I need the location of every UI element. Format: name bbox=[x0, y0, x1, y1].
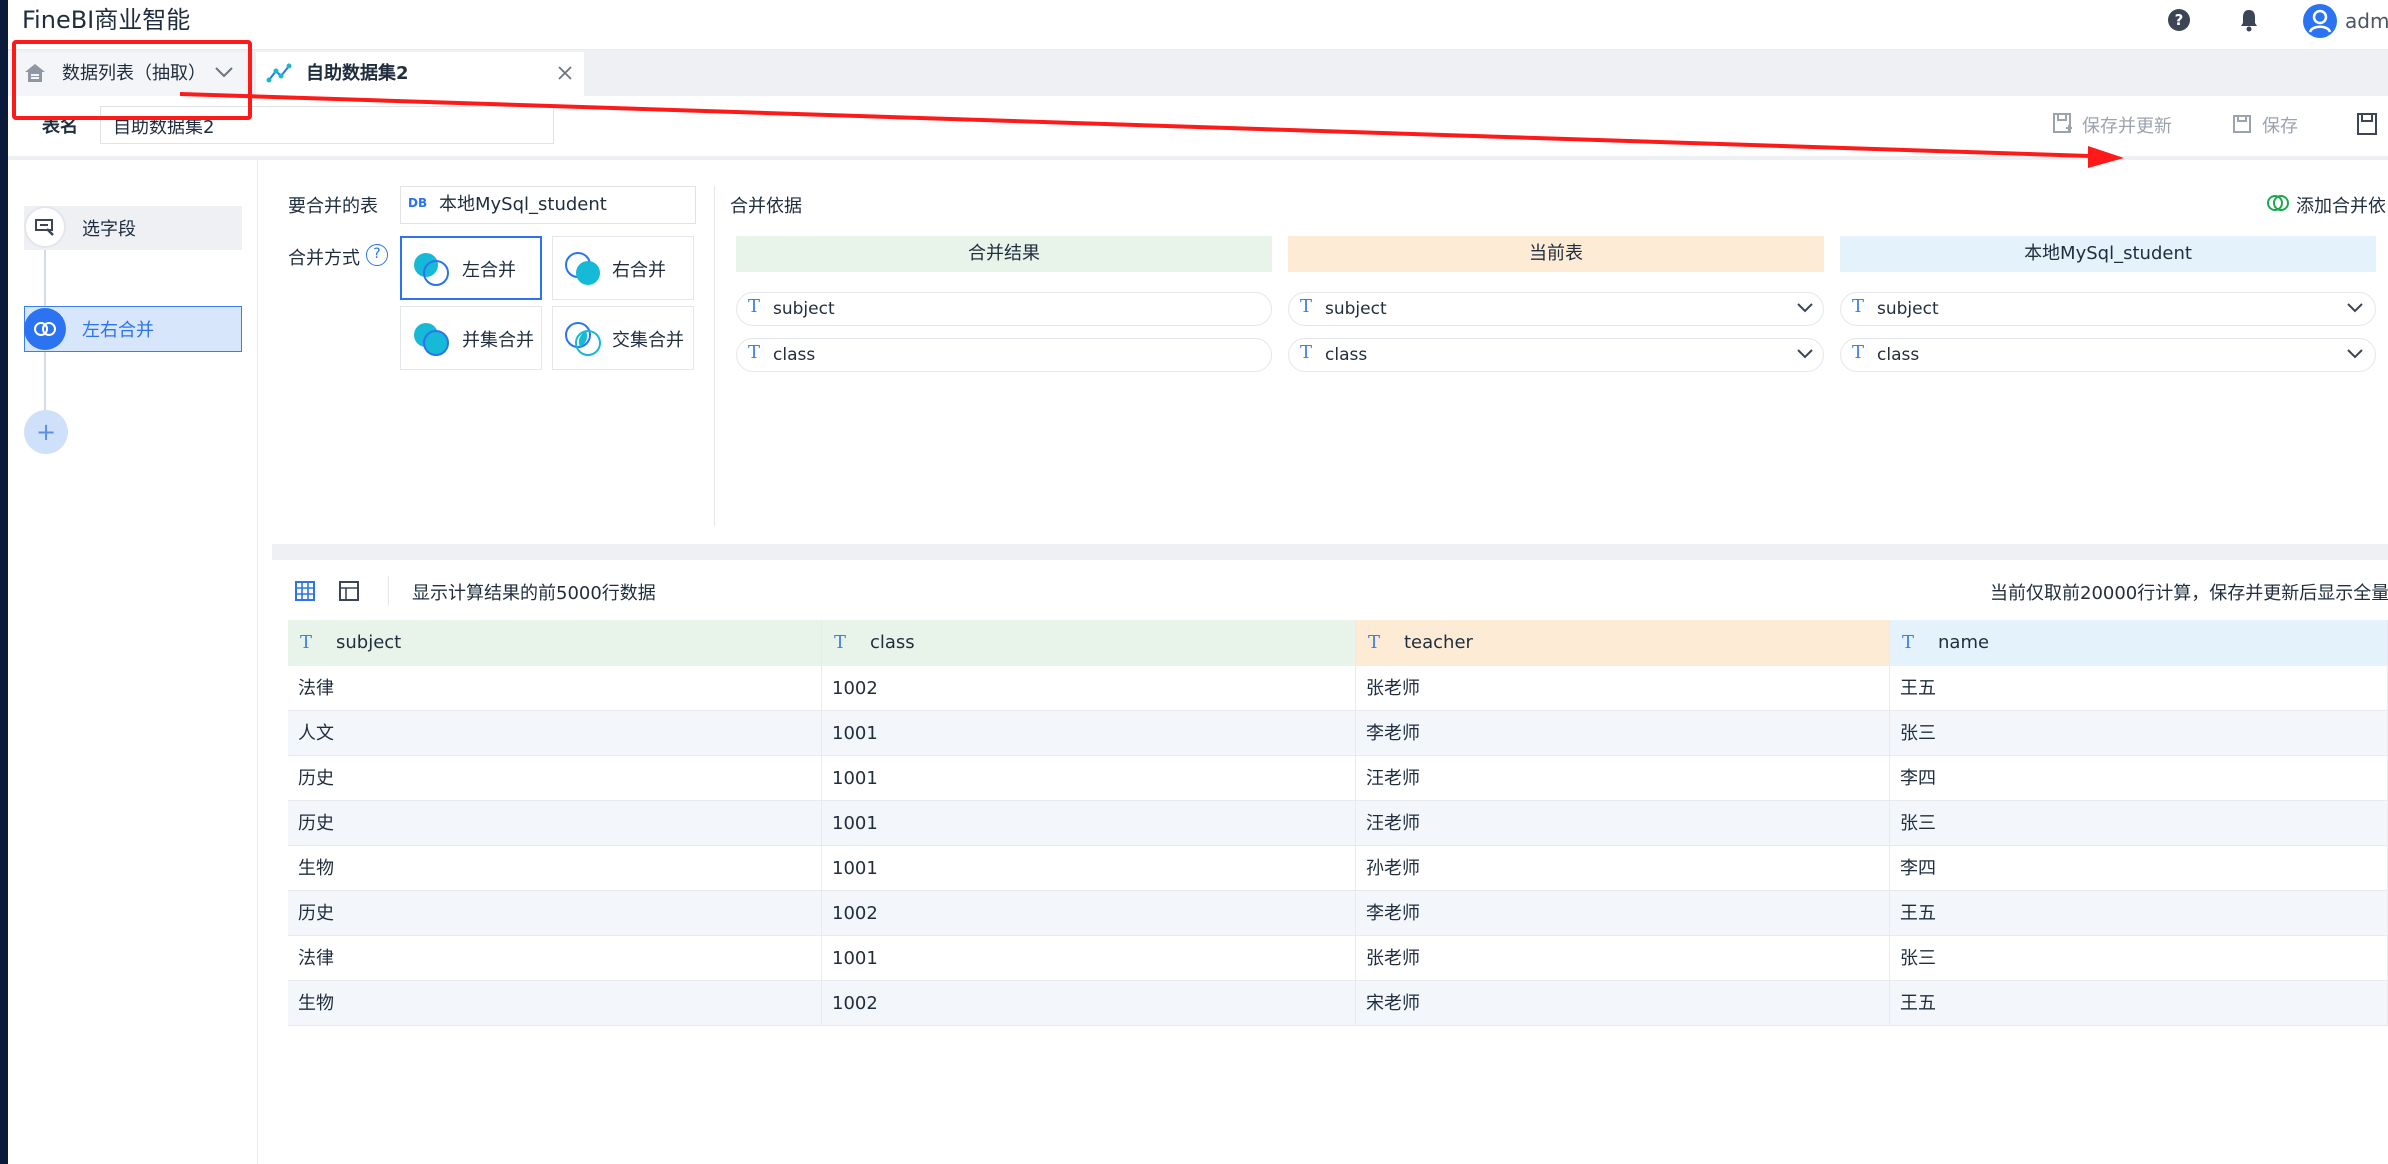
table-cell: 1001 bbox=[822, 846, 1356, 891]
table-cell: 张老师 bbox=[1356, 936, 1890, 981]
column-header-subject[interactable]: subject bbox=[288, 620, 822, 666]
text-type-icon: T bbox=[1368, 632, 1381, 653]
table-cell: 王五 bbox=[1890, 981, 2388, 1026]
table-cell: 孙老师 bbox=[1356, 846, 1890, 891]
column-header-class[interactable]: class bbox=[822, 620, 1356, 666]
table-cell: 生物 bbox=[288, 981, 822, 1026]
table-cell: 汪老师 bbox=[1356, 756, 1890, 801]
text-type-icon: T bbox=[1902, 632, 1915, 653]
table-cell: 1001 bbox=[822, 756, 1356, 801]
table-cell: 法律 bbox=[288, 666, 822, 711]
text-type-icon: T bbox=[300, 632, 313, 653]
table-cell: 生物 bbox=[288, 846, 822, 891]
table-cell: 王五 bbox=[1890, 891, 2388, 936]
table-cell: 1002 bbox=[822, 981, 1356, 1026]
column-header-name[interactable]: name bbox=[1890, 620, 2388, 666]
table-cell: 1001 bbox=[822, 711, 1356, 756]
table-cell: 张三 bbox=[1890, 936, 2388, 981]
table-cell: 历史 bbox=[288, 891, 822, 936]
table-cell: 张三 bbox=[1890, 801, 2388, 846]
table-cell: 人文 bbox=[288, 711, 822, 756]
table-cell: 历史 bbox=[288, 756, 822, 801]
table-cell: 李四 bbox=[1890, 756, 2388, 801]
table-cell: 法律 bbox=[288, 936, 822, 981]
table-cell: 1002 bbox=[822, 666, 1356, 711]
table-cell: 1001 bbox=[822, 801, 1356, 846]
table-cell: 汪老师 bbox=[1356, 801, 1890, 846]
table-cell: 李老师 bbox=[1356, 891, 1890, 936]
column-header-teacher[interactable]: teacher bbox=[1356, 620, 1890, 666]
table-cell: 宋老师 bbox=[1356, 981, 1890, 1026]
table-cell: 历史 bbox=[288, 801, 822, 846]
table-cell: 1001 bbox=[822, 936, 1356, 981]
table-cell: 李四 bbox=[1890, 846, 2388, 891]
table-cell: 1002 bbox=[822, 891, 1356, 936]
annotation-highlight-box bbox=[12, 40, 252, 120]
text-type-icon: T bbox=[834, 632, 847, 653]
table-cell: 王五 bbox=[1890, 666, 2388, 711]
table-cell: 张老师 bbox=[1356, 666, 1890, 711]
table-cell: 李老师 bbox=[1356, 711, 1890, 756]
table-cell: 张三 bbox=[1890, 711, 2388, 756]
